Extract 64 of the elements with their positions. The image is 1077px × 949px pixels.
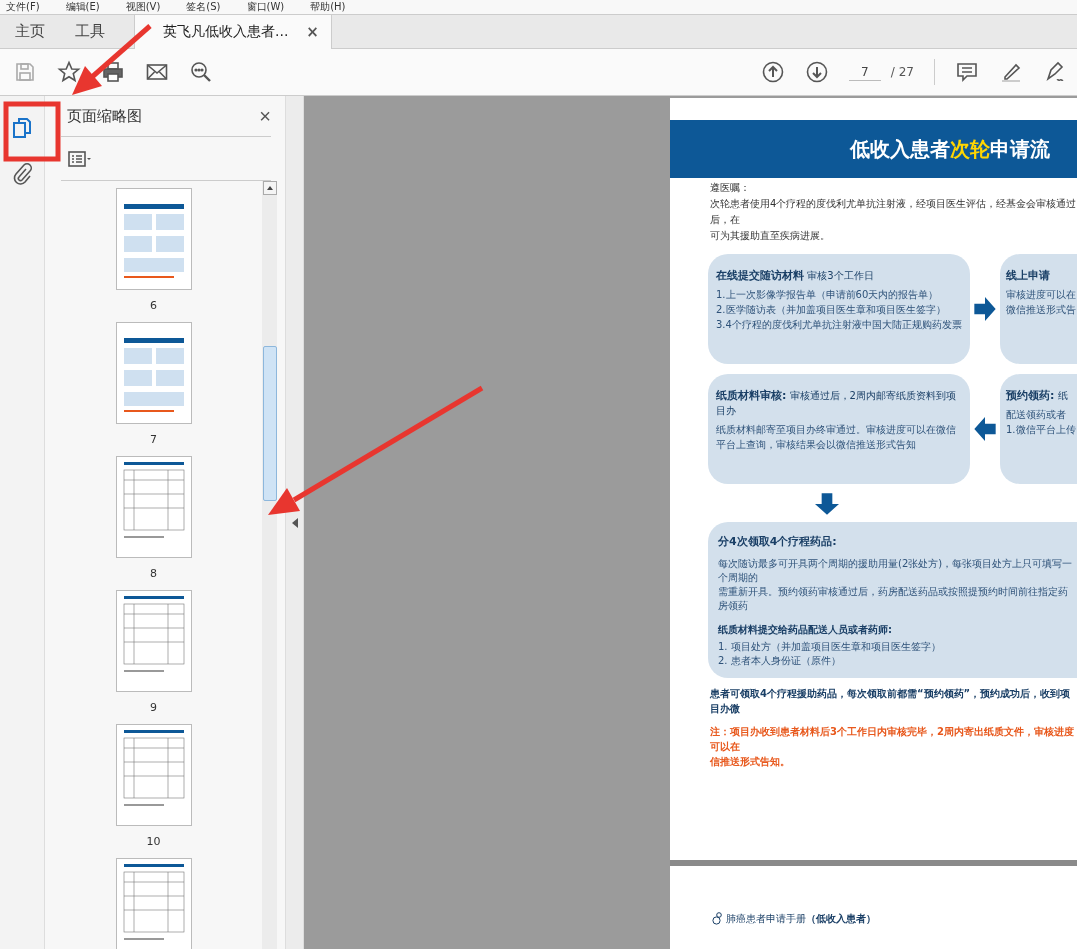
flow-arrow [973, 417, 997, 441]
menu-item[interactable]: 编辑(E) [65, 0, 100, 14]
page-thumbnail[interactable] [115, 322, 192, 424]
menu-item[interactable]: 签名(S) [186, 0, 221, 14]
list-item: 2. 患者本人身份证（原件） [718, 654, 842, 668]
page-thumbnail[interactable] [115, 590, 192, 692]
pages-icon[interactable] [10, 116, 34, 140]
page-label: 9 [150, 701, 157, 714]
annotation-box [3, 101, 61, 162]
step-text: 3.4个疗程的度伐利尤单抗注射液中国大陆正规购药发票 [716, 318, 962, 332]
star-icon[interactable] [57, 60, 81, 84]
person-icon [712, 912, 723, 925]
note-text: 患者可领取4个疗程援助药品，每次领取前都需“预约领药”，预约成功后，收到项目办微 [710, 687, 1072, 716]
summary-text: 每次随访最多可开具两个周期的援助用量(2张处方)，每张项目处方上只可填写一个周期的 [718, 557, 1073, 585]
body-text: 次轮患者使用4个疗程的度伐利尤单抗注射液，经项目医生评估，经基金会审核通过后，在 [710, 197, 1077, 227]
summary-title: 分4次领取4个疗程药品: [718, 534, 838, 549]
page-label: 8 [150, 567, 157, 580]
page-label: 7 [150, 433, 157, 446]
step-title: 在线提交随访材料 审核3个工作日 [716, 268, 875, 283]
search-icon[interactable] [189, 60, 213, 84]
step-text: 1.上一次影像学报告单（申请前60天内的报告单） [716, 288, 940, 302]
page-thumbnail[interactable] [115, 858, 192, 949]
page-label: 6 [150, 299, 157, 312]
flow-arrow [973, 297, 997, 321]
close-tab-button[interactable]: × [306, 23, 319, 41]
printer-icon[interactable] [101, 60, 125, 84]
comment-icon[interactable] [955, 60, 979, 84]
tab[interactable]: 英飞凡低收入患者... × [134, 15, 332, 49]
step-title: 预约领药: 纸 [1006, 388, 1069, 403]
page-thumbnail[interactable] [115, 724, 192, 826]
close-panel-button[interactable]: × [259, 104, 271, 128]
panel-title: 页面缩略图 [67, 106, 142, 126]
step-text: 微信推送形式告 [1006, 303, 1077, 317]
summary-text: 需重新开具。预约领药审核通过后，药房配送药品或按照提预约时间前往指定药房领药 [718, 585, 1069, 613]
step-text: 2.医学随访表（并加盖项目医生章和项目医生签字） [716, 303, 947, 317]
step-text: 配送领药或者 [1006, 408, 1067, 422]
page-thumbnail[interactable] [115, 456, 192, 558]
step-text: 审核进度可以在 [1006, 288, 1077, 302]
body-text: 可为其援助直至疾病进展。 [710, 229, 831, 243]
step-title: 纸质材料审核: 审核通过后，2周内邮寄纸质资料到项目办 [716, 388, 957, 418]
scroll-up-icon[interactable] [262, 181, 277, 195]
menu-item[interactable]: 文件(F) [6, 0, 40, 14]
tab[interactable]: 工具 [60, 15, 120, 48]
document-title: 低收入患者次轮申请流 [850, 135, 1050, 163]
step-text: 纸质材料邮寄至项目办终审通过。审核进度可以在微信平台上查询，审核结果会以微信推送形式告知 [716, 423, 957, 452]
menu-item[interactable]: 帮助(H) [310, 0, 346, 14]
footer-text: 肺癌患者申请手册（低收入患者） [726, 912, 876, 926]
menu-item[interactable]: 视图(V) [125, 0, 161, 14]
note-text: 注：项目办收到患者材料后3个工作日内审核完毕，2周内寄出纸质文件，审核进度可以在 [710, 725, 1075, 754]
page-number-field[interactable]: 7 [848, 63, 881, 81]
list-item: 1. 项目处方（并加盖项目医生章和项目医生签字） [718, 640, 942, 654]
page-thumbnail[interactable] [115, 188, 192, 290]
body-text: 遵医嘱： [710, 181, 751, 195]
note-text: 信推送形式告知。 [710, 755, 791, 769]
flow-arrow [815, 492, 839, 516]
collapse-icon[interactable] [291, 518, 298, 528]
page-total: / 27 [890, 65, 914, 79]
page-label: 10 [146, 835, 161, 848]
step-title: 线上申请 [1006, 268, 1051, 283]
menu-item[interactable]: 窗口(W) [246, 0, 285, 14]
step-text: 1.微信平台上传 [1006, 423, 1077, 437]
summary-subtitle: 纸质材料提交给药品配送人员或者药师: [718, 623, 893, 637]
scrollbar-thumb[interactable] [262, 346, 277, 501]
tab[interactable]: 主页 [0, 15, 60, 48]
